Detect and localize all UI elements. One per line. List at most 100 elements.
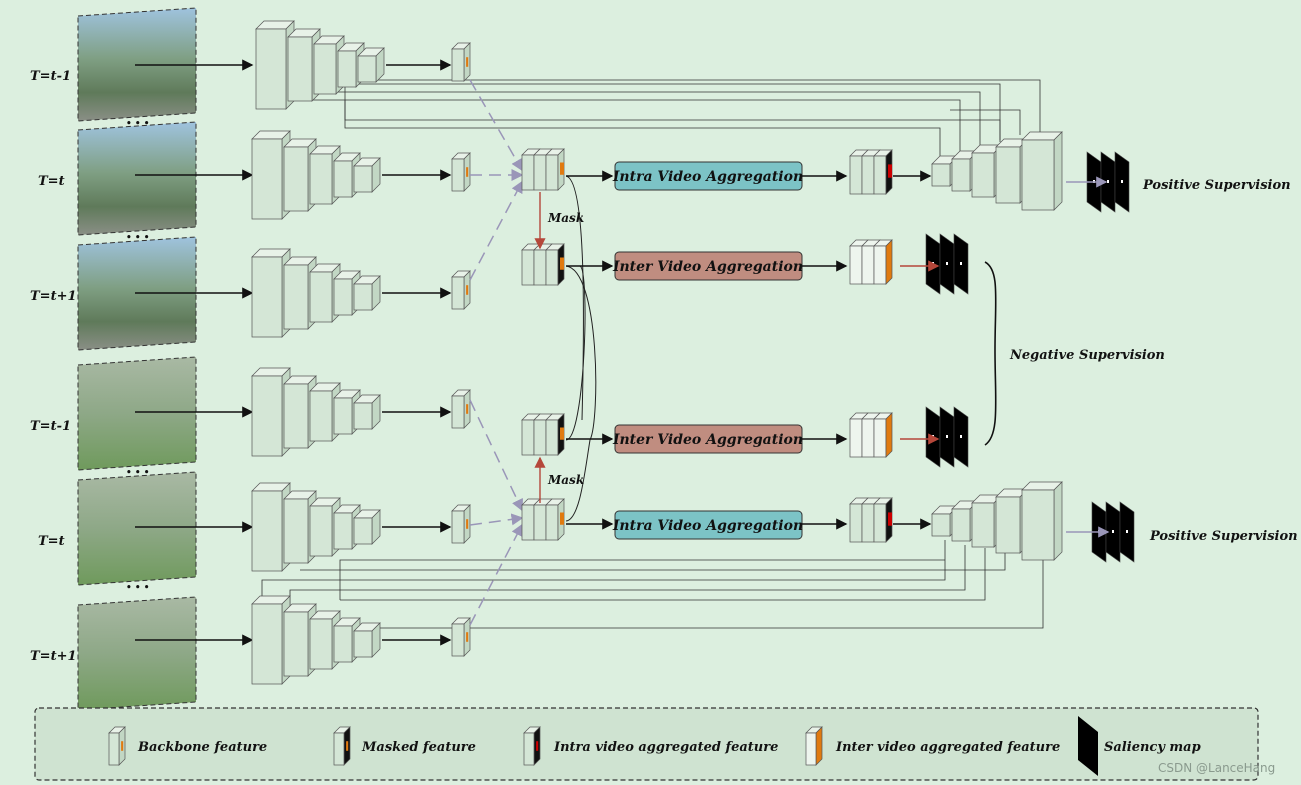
- saliency-dot: [932, 435, 934, 438]
- block-side: [1053, 481, 1063, 561]
- connector: [300, 552, 1006, 571]
- legend-backbone-icon: [108, 726, 126, 766]
- block-front: [283, 611, 309, 677]
- negative-supervision-label: Negative Supervision: [1009, 348, 1165, 363]
- ellipsis: • • •: [126, 468, 150, 478]
- block-front: [353, 283, 373, 311]
- saliency-dot: [946, 435, 948, 438]
- input-frame: [77, 121, 197, 236]
- saliency-dot: [960, 262, 962, 265]
- highlight-mark: [560, 162, 564, 175]
- encoder-block: [353, 275, 381, 311]
- block-front: [861, 503, 875, 543]
- block-front: [931, 513, 951, 537]
- saliency-map-stack: [925, 233, 969, 295]
- block-front: [309, 390, 333, 442]
- highlight-mark: [466, 57, 469, 67]
- positive-supervision-label: Positive Supervision: [1149, 529, 1298, 544]
- block-front: [1021, 139, 1055, 211]
- block-front: [333, 512, 353, 550]
- ellipsis: • • •: [126, 233, 150, 243]
- backbone-feature: [451, 270, 471, 310]
- block-front: [251, 375, 283, 457]
- highlight-mark: [888, 512, 892, 526]
- block-front: [521, 419, 535, 456]
- block-front: [971, 152, 995, 198]
- saliency-dot: [1126, 530, 1128, 533]
- video-frame-image: [77, 471, 197, 586]
- video-frame-image: [77, 596, 197, 711]
- video-frame-image: [77, 356, 197, 471]
- backbone-feature: [451, 617, 471, 657]
- frame-label: T=t: [38, 174, 65, 189]
- block-front: [309, 271, 333, 323]
- input-frame: [77, 471, 197, 586]
- legend-saliency-label: Saliency map: [1104, 740, 1201, 755]
- saliency-dot: [946, 262, 948, 265]
- block-side: [1053, 131, 1063, 211]
- block-front: [283, 498, 309, 564]
- negative-supervision-bracket: [984, 261, 997, 446]
- highlight-mark: [560, 512, 564, 525]
- block-front: [873, 418, 887, 458]
- block-front: [861, 245, 875, 285]
- intra-aggregated-feature: [849, 497, 893, 543]
- ellipsis: • • •: [126, 119, 150, 129]
- masked-feature-stack: [521, 243, 565, 286]
- block-front: [545, 504, 559, 541]
- ellipsis: • • •: [126, 583, 150, 593]
- block-front: [451, 623, 465, 657]
- encoder-block: [353, 509, 381, 545]
- connector: [289, 545, 966, 605]
- block-front: [251, 490, 283, 572]
- block-front: [545, 419, 559, 456]
- block-front: [533, 154, 547, 191]
- module-label: Inter Video Aggregation: [612, 432, 803, 448]
- connector: [299, 88, 981, 150]
- saliency-dot: [1112, 530, 1114, 533]
- module-label: Inter Video Aggregation: [612, 259, 803, 275]
- block-front: [849, 418, 863, 458]
- frame-label: T=t-1: [30, 419, 71, 434]
- block-front: [861, 155, 875, 195]
- block-front: [523, 732, 535, 766]
- frame-label: T=t+1: [30, 289, 77, 304]
- block-front: [287, 36, 313, 102]
- connector: [344, 100, 1001, 140]
- legend-inter-icon: [805, 726, 823, 766]
- highlight-mark: [466, 632, 469, 642]
- block-front: [533, 249, 547, 286]
- saliency-map-stack: [925, 406, 969, 468]
- module-label: Intra Video Aggregation: [612, 169, 803, 185]
- diagram: Intra Video Aggregation Inter Video Aggre…: [0, 0, 1301, 785]
- block-front: [533, 419, 547, 456]
- block-front: [931, 163, 951, 187]
- input-frame: [77, 356, 197, 471]
- block-front: [357, 55, 377, 83]
- legend-masked-icon: [333, 726, 351, 766]
- block-front: [333, 278, 353, 316]
- highlight-mark: [466, 404, 469, 414]
- block-front: [849, 245, 863, 285]
- block-front: [283, 383, 309, 449]
- block-front: [995, 496, 1021, 554]
- block-front: [873, 503, 887, 543]
- dashed-link: [469, 180, 523, 281]
- block-front: [255, 28, 287, 110]
- block-front: [451, 395, 465, 429]
- legend-backbone-label: Backbone feature: [137, 740, 267, 755]
- block-front: [873, 155, 887, 195]
- block-front: [451, 510, 465, 544]
- block-front: [521, 154, 535, 191]
- block-side: [815, 726, 823, 766]
- block-front: [971, 502, 995, 548]
- inter-aggregated-feature: [849, 239, 893, 285]
- connector: [278, 79, 1041, 132]
- dashed-link: [469, 523, 523, 626]
- backbone-feature-stack: [521, 498, 565, 541]
- positive-supervision-label: Positive Supervision: [1142, 178, 1291, 193]
- block-front: [333, 397, 353, 435]
- dashed-link: [469, 399, 523, 512]
- saliency-dot: [1107, 180, 1109, 183]
- saliency-dot: [932, 262, 934, 265]
